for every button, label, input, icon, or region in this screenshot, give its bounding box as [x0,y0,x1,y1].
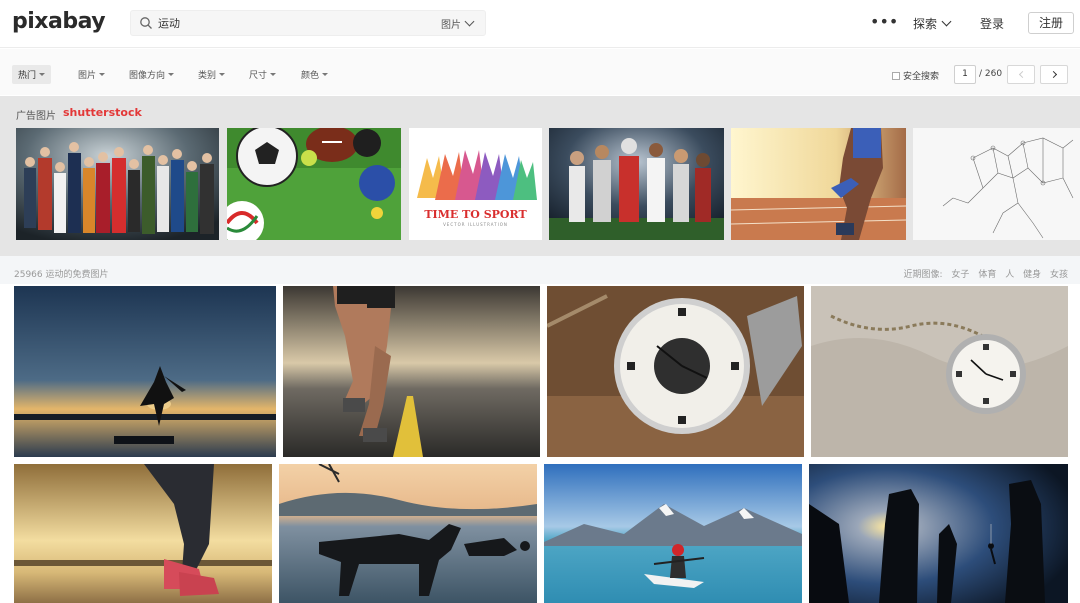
ad-image-football-players-art [549,128,724,240]
caret-down-icon [39,73,46,76]
photo-pocket-watch-table[interactable] [547,286,804,457]
related-label: 近期图像: [903,270,943,280]
photo-horses-lake-art [279,464,537,603]
search-type-dropdown[interactable]: 图片 [441,16,475,31]
ad-image-runner-track-art [731,128,906,240]
photo-yoga-silhouette-art [14,286,276,457]
filter-popular[interactable]: 热门 [12,65,52,84]
filter-label: 类别 [198,71,217,81]
filter-label: 图像方向 [129,71,166,81]
caret-down-icon [219,73,226,76]
ad-image-time-to-sport[interactable]: TIME TO SPORT VECTOR ILLUSTRATION [409,128,542,240]
related-tag[interactable]: 女孩 [1050,270,1068,280]
ad-image-wireframe-runner-art [913,128,1080,240]
filter-color[interactable]: 颜色 [301,68,329,81]
chevron-down-icon [941,16,952,27]
filter-orientation[interactable]: 图像方向 [129,68,175,81]
search-bar[interactable]: 图片 [130,10,486,36]
results-count: 25966 运动的免费图片 [14,270,109,280]
search-input[interactable] [158,14,408,32]
prev-page-button[interactable] [1007,65,1035,84]
related-tag[interactable]: 健身 [1023,270,1041,280]
search-type-label: 图片 [441,20,461,31]
caret-down-icon [99,73,106,76]
photo-pocket-watch-table-art [547,286,804,457]
photo-runner-road-art [283,286,540,457]
ad-image-athletes-crowd[interactable] [16,128,219,240]
ad-image-athletes-crowd-art [16,128,219,240]
filter-bar: 热门 图片 图像方向 类别 尺寸 颜色 安全搜索 1 / 260 [0,49,1080,95]
photo-sneakers-walking-sunset[interactable] [14,464,272,603]
page-number-input[interactable]: 1 [954,65,976,84]
ad-image-sports-balls-art [227,128,401,240]
chevron-down-icon [464,16,475,27]
checkbox[interactable] [892,72,900,80]
explore-menu[interactable]: 探索 [913,15,952,32]
photo-kayak-mountain-lake[interactable] [544,464,802,603]
photo-climber-rock-night[interactable] [809,464,1068,603]
results-info-bar: 25966 运动的免费图片 近期图像: 女子 体育 人 健身 女孩 [0,256,1080,284]
signup-button[interactable]: 注册 [1028,12,1074,34]
filter-size[interactable]: 尺寸 [249,68,277,81]
caret-down-icon [168,73,175,76]
top-header: pixabay 图片 ••• 探索 登录 注册 [0,0,1080,48]
safe-search-label: 安全搜索 [903,72,940,82]
related-searches: 近期图像: 女子 体育 人 健身 女孩 [904,267,1069,280]
pixabay-logo[interactable]: pixabay [12,9,106,34]
filter-label: 热门 [18,71,37,81]
photo-sneakers-walking-art [14,464,272,603]
time-to-sport-title: TIME TO SPORT [424,208,527,221]
related-tag[interactable]: 体育 [978,270,996,280]
filter-category[interactable]: 类别 [198,68,226,81]
filter-label: 颜色 [301,71,320,81]
photo-runner-road[interactable] [283,286,540,457]
caret-down-icon [270,73,277,76]
filter-label: 图片 [78,71,97,81]
sponsored-images-band: 广告图片 shutterstock TIME TO SPORT VECTOR I… [0,96,1080,256]
ad-label: 广告图片 [16,111,56,122]
caret-down-icon [322,73,329,76]
photo-yoga-silhouette-sunset[interactable] [14,286,276,457]
chevron-left-icon [1018,70,1027,79]
safe-search-toggle[interactable]: 安全搜索 [892,69,939,82]
filter-label: 尺寸 [249,71,268,81]
shutterstock-logo[interactable]: shutterstock [63,106,142,119]
login-link[interactable]: 登录 [980,15,1004,32]
search-icon [140,17,152,29]
time-to-sport-subtitle: VECTOR ILLUSTRATION [443,222,508,227]
next-page-button[interactable] [1040,65,1068,84]
photo-climber-rock-night-art [809,464,1068,603]
ad-image-runner-track[interactable] [731,128,906,240]
photo-horses-lake[interactable] [279,464,537,603]
page-total: / 260 [979,69,1003,79]
ad-image-wireframe-runner[interactable] [913,128,1080,240]
ad-image-football-players[interactable] [549,128,724,240]
photo-pocket-watch-sand[interactable] [811,286,1068,457]
explore-label: 探索 [913,17,938,31]
photo-kayak-mountain-lake-art [544,464,802,603]
related-tag[interactable]: 女子 [951,270,969,280]
filter-image-type[interactable]: 图片 [78,68,106,81]
related-tag[interactable]: 人 [1005,270,1014,280]
ad-image-sports-balls[interactable] [227,128,401,240]
chevron-right-icon [1049,70,1058,79]
more-menu-button[interactable]: ••• [870,12,898,31]
photo-pocket-watch-sand-art [811,286,1068,457]
